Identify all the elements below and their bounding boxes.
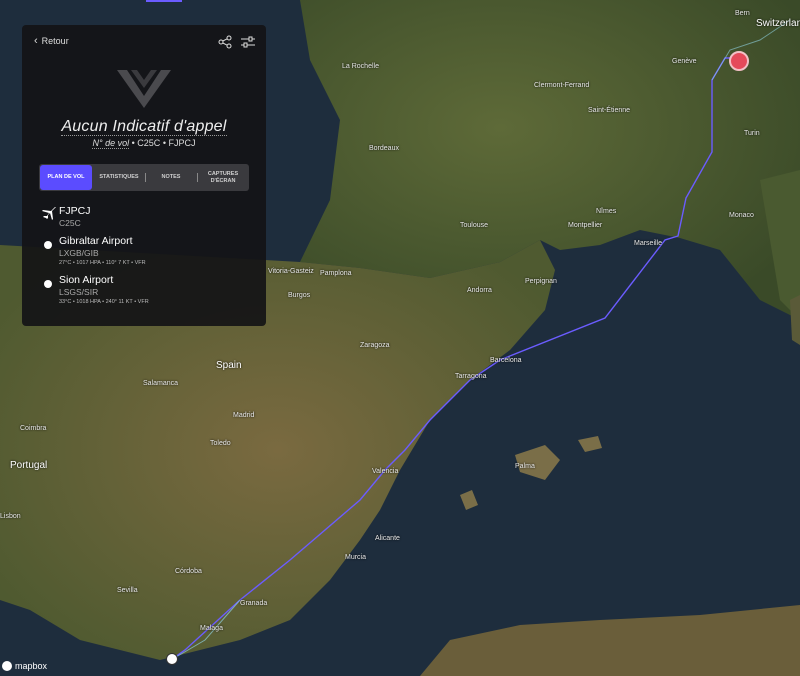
registration: FJPCJ xyxy=(168,138,196,148)
map-label: Vitoria-Gasteiz xyxy=(268,268,314,275)
tab-screenshots[interactable]: CAPTURES D'ÉCRAN xyxy=(197,164,249,191)
map-label: Bordeaux xyxy=(369,145,399,152)
callsign-title: Aucun Indicatif d'appel xyxy=(61,118,227,136)
map-label: Sevilla xyxy=(117,587,138,594)
map-label: Salamanca xyxy=(143,380,179,387)
mapbox-logo-icon xyxy=(2,661,12,671)
map-label: Saint-Étienne xyxy=(588,107,631,114)
arrival-weather: 33°C • 1018 HPA • 240° 11 KT • VFR xyxy=(59,299,149,305)
map-label: Perpignan xyxy=(525,278,557,285)
map-label: Barcelona xyxy=(490,357,522,364)
map-label: Genève xyxy=(672,58,697,65)
aircraft-code: C25C xyxy=(59,218,81,228)
bullet: • xyxy=(131,138,135,148)
departure-pin-icon[interactable] xyxy=(166,653,178,665)
departure-name: Gibraltar Airport xyxy=(59,235,133,247)
map-label: Pamplona xyxy=(320,270,352,277)
mapbox-attribution[interactable]: mapbox xyxy=(2,661,47,671)
tab-statistics[interactable]: STATISTIQUES xyxy=(93,164,145,191)
airline-logo-icon xyxy=(117,70,171,108)
map-label: Burgos xyxy=(288,292,311,299)
arrival-code: LSGS/SIR xyxy=(59,287,99,297)
tab-bar: PLAN DE VOL STATISTIQUES NOTES CAPTURES … xyxy=(39,164,249,191)
map-label: Switzerland xyxy=(756,18,800,29)
back-button[interactable]: ‹ Retour xyxy=(34,34,69,47)
map-label: Nîmes xyxy=(596,208,617,215)
map-label: Clermont-Ferrand xyxy=(534,82,590,89)
departure-code: LXGB/GIB xyxy=(59,248,99,258)
map-label: Granada xyxy=(240,600,268,607)
map-label: Tarragona xyxy=(455,373,487,380)
map-label: Zaragoza xyxy=(360,342,390,349)
map-label: Coimbra xyxy=(20,425,47,432)
map-label: Córdoba xyxy=(175,568,202,575)
map-label: Toulouse xyxy=(460,222,489,229)
map-label: Madrid xyxy=(233,412,255,419)
sliders-icon[interactable] xyxy=(240,35,256,49)
departure-dot-icon xyxy=(44,241,52,249)
map-label: Murcia xyxy=(345,554,367,561)
back-label: Retour xyxy=(41,36,69,46)
flight-no-label: N° de vol xyxy=(92,138,130,149)
airplane-icon xyxy=(42,207,56,220)
map-label: Lisbon xyxy=(0,513,21,520)
bullet: • xyxy=(162,138,166,148)
map-label: Monaco xyxy=(729,212,754,219)
map-label: Spain xyxy=(216,360,242,371)
map-label: Malaga xyxy=(200,625,223,632)
map-label: Turin xyxy=(744,130,760,137)
map-label: Valencia xyxy=(372,468,399,475)
arrival-name: Sion Airport xyxy=(59,274,114,286)
tab-notes[interactable]: NOTES xyxy=(145,164,197,191)
map-label: Montpellier xyxy=(568,222,603,229)
flight-subtitle: N° de vol • C25C • FJPCJ xyxy=(22,138,266,149)
map-label: Palma xyxy=(515,463,535,470)
aircraft-name: FJPCJ xyxy=(59,205,91,217)
map-label: Portugal xyxy=(10,460,48,471)
arrival-dot-icon xyxy=(44,280,52,288)
share-icon[interactable] xyxy=(218,35,232,49)
map-label: Marseille xyxy=(634,240,663,247)
arrival-pin-icon[interactable] xyxy=(729,51,749,71)
chevron-left-icon: ‹ xyxy=(34,34,38,47)
tab-flight-plan[interactable]: PLAN DE VOL xyxy=(40,165,92,190)
flight-panel: ‹ Retour Aucun Indicatif d'appel N° de v… xyxy=(22,25,266,326)
flight-no: C25C xyxy=(137,138,161,148)
mapbox-label: mapbox xyxy=(15,661,48,671)
map-label: Andorra xyxy=(467,287,492,294)
top-accent-line xyxy=(146,0,182,2)
map-label: Bern xyxy=(735,10,750,17)
map-label: Toledo xyxy=(210,440,231,447)
map-label: La Rochelle xyxy=(342,63,379,70)
map-label: Alicante xyxy=(375,535,400,542)
departure-weather: 27°C • 1017 HPA • 110° 7 KT • VFR xyxy=(59,260,146,266)
